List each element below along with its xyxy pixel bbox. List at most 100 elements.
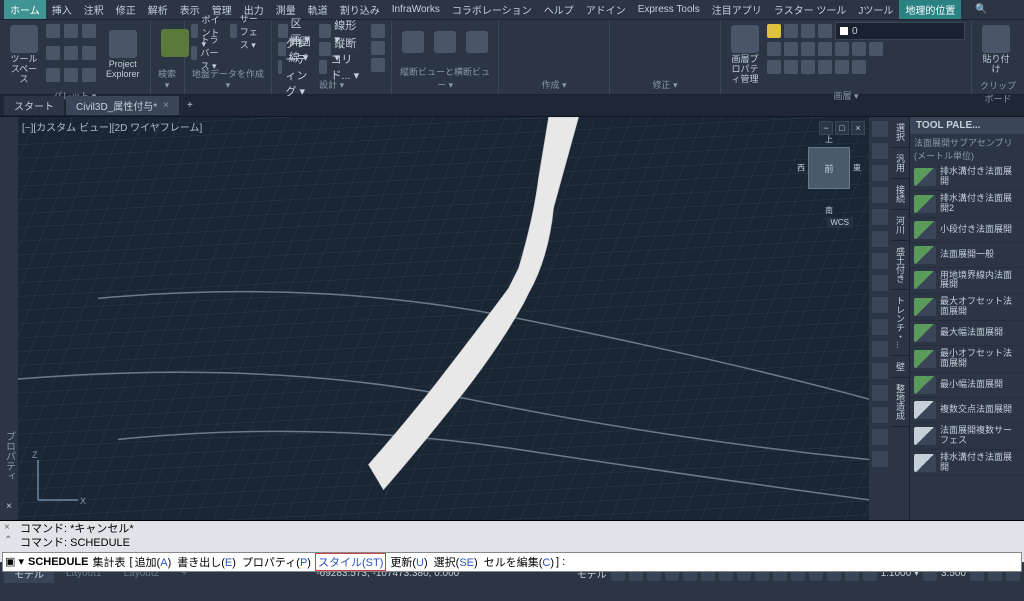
layer-icon[interactable] — [784, 42, 798, 56]
design-icon[interactable] — [371, 41, 385, 55]
modify-icon[interactable] — [696, 23, 714, 39]
draw-icon[interactable] — [585, 23, 603, 39]
menu-home[interactable]: ホーム — [4, 0, 46, 19]
nav-icon[interactable] — [872, 363, 888, 379]
nav-icon[interactable] — [872, 231, 888, 247]
minimize-icon[interactable]: − — [819, 121, 833, 135]
tool-palette-item[interactable]: 複数交点法面展開 — [910, 398, 1024, 423]
nav-icon[interactable] — [872, 253, 888, 269]
ellipse-icon[interactable] — [525, 41, 543, 57]
draw-icon[interactable] — [585, 60, 603, 76]
tab-drawing[interactable]: Civil3D_属性付与*× — [66, 96, 179, 115]
menu-geolocation[interactable]: 地理的位置 — [899, 0, 961, 19]
rotate-icon[interactable] — [636, 23, 654, 39]
menu-featured[interactable]: 注目アプリ — [706, 0, 768, 19]
menu-help[interactable]: ヘルプ — [538, 0, 580, 19]
palette-icon[interactable] — [82, 46, 96, 60]
section-button[interactable] — [462, 23, 492, 63]
nav-icon[interactable] — [872, 385, 888, 401]
draw-icon[interactable] — [585, 41, 603, 57]
toolspace-button[interactable]: ツールスペース — [6, 23, 42, 87]
copy-icon[interactable] — [616, 41, 634, 57]
pan-icon[interactable] — [872, 143, 888, 159]
mirror-icon[interactable] — [636, 41, 654, 57]
palette-tab[interactable]: 盛土付き — [891, 241, 909, 290]
tab-add[interactable]: + — [181, 98, 199, 113]
design-icon[interactable] — [371, 58, 385, 72]
chevron-icon[interactable]: ⌃ — [4, 535, 12, 546]
tool-palette-item[interactable]: 用地境界線内法面展開 — [910, 268, 1024, 295]
fillet-icon[interactable] — [656, 41, 674, 57]
trim-icon[interactable] — [656, 23, 674, 39]
tool-palette-item[interactable]: 法面展開複数サーフェス — [910, 423, 1024, 450]
orbit-icon[interactable] — [872, 187, 888, 203]
menu-raster[interactable]: ラスター ツール — [768, 0, 853, 19]
layer-icon[interactable] — [818, 24, 832, 38]
palette-icon[interactable] — [64, 46, 78, 60]
palette-tab[interactable]: 選択 — [891, 117, 909, 148]
corridor-button[interactable]: コリド... ▾ — [319, 59, 361, 75]
layer-icon[interactable] — [801, 42, 815, 56]
sun-icon[interactable] — [767, 24, 781, 38]
menu-collaborate[interactable]: コラボレーション — [446, 0, 538, 19]
draw-icon[interactable] — [565, 41, 583, 57]
menu-express[interactable]: Express Tools — [632, 2, 706, 17]
nav-icon[interactable] — [872, 275, 888, 291]
menu-infraworks[interactable]: InfraWorks — [386, 2, 446, 17]
tool-palette-item[interactable]: 最大幅法面展開 — [910, 321, 1024, 346]
command-option[interactable]: 追加(A) — [133, 554, 174, 570]
layer-icon[interactable] — [801, 24, 815, 38]
close-icon[interactable]: × — [163, 100, 169, 111]
layer-icon[interactable] — [818, 42, 832, 56]
array-icon[interactable] — [656, 60, 674, 76]
tool-palette-item[interactable]: 最小幅法面展開 — [910, 373, 1024, 398]
palette-tab[interactable]: 接続 — [891, 179, 909, 210]
extend-icon[interactable] — [676, 23, 694, 39]
properties-palette[interactable]: プロパティ — [2, 431, 17, 481]
tool-palette-item[interactable]: 排水溝付き法面展開2 — [910, 191, 1024, 218]
command-option[interactable]: スタイル(ST) — [315, 553, 386, 571]
palette-tab[interactable]: 壁 — [891, 356, 909, 378]
arc-icon[interactable] — [565, 23, 583, 39]
viewport[interactable]: [−][カスタム ビュー][2D ワイヤフレーム] − □ × 前 上 西 東 … — [18, 117, 869, 520]
layer-combo[interactable]: 0 — [835, 22, 965, 40]
palette-icon[interactable] — [82, 24, 96, 38]
scale-icon[interactable] — [636, 60, 654, 76]
palette-icon[interactable] — [46, 24, 60, 38]
nav-wheel-icon[interactable] — [872, 121, 888, 137]
layer-icon[interactable] — [818, 60, 832, 74]
palette-icon[interactable] — [64, 68, 78, 82]
zoom-icon[interactable] — [872, 165, 888, 181]
traverse-button[interactable]: トラバース ▾ — [191, 45, 226, 61]
layer-icon[interactable] — [852, 42, 866, 56]
menu-analyze[interactable]: 解析 — [142, 0, 174, 19]
modify-icon[interactable] — [696, 60, 714, 76]
command-option[interactable]: プロパティ(P) — [240, 554, 313, 570]
nav-icon[interactable] — [872, 297, 888, 313]
nav-icon[interactable] — [872, 451, 888, 467]
command-option[interactable]: 書き出し(E) — [175, 554, 238, 570]
profile-view-button[interactable] — [398, 23, 428, 63]
nav-icon[interactable] — [872, 341, 888, 357]
layer-icon[interactable] — [767, 42, 781, 56]
layer-icon[interactable] — [767, 60, 781, 74]
viewport-controls-label[interactable]: [−][カスタム ビュー][2D ワイヤフレーム] — [22, 119, 202, 134]
draw-icon[interactable] — [505, 60, 523, 76]
menu-addins[interactable]: アドイン — [580, 0, 632, 19]
section-view-button[interactable] — [430, 23, 460, 63]
tool-palette-item[interactable]: 小段付き法面展開 — [910, 218, 1024, 243]
modify-icon[interactable] — [696, 41, 714, 57]
command-line[interactable]: × ⌃ コマンド: *キャンセル* コマンド: SCHEDULE ▣ ▾ SCH… — [0, 520, 1024, 562]
layer-icon[interactable] — [835, 60, 849, 74]
stretch-icon[interactable] — [616, 60, 634, 76]
nav-icon[interactable] — [872, 429, 888, 445]
tab-start[interactable]: スタート — [4, 96, 64, 115]
layer-icon[interactable] — [852, 60, 866, 74]
command-option[interactable]: 選択(SE) — [432, 554, 480, 570]
palette-icon[interactable] — [82, 68, 96, 82]
layer-icon[interactable] — [784, 24, 798, 38]
search-icon[interactable]: 🔍 — [969, 2, 993, 17]
menu-annotate[interactable]: 注釈 — [78, 0, 110, 19]
palette-icon[interactable] — [46, 68, 60, 82]
menu-modify[interactable]: 修正 — [110, 0, 142, 19]
